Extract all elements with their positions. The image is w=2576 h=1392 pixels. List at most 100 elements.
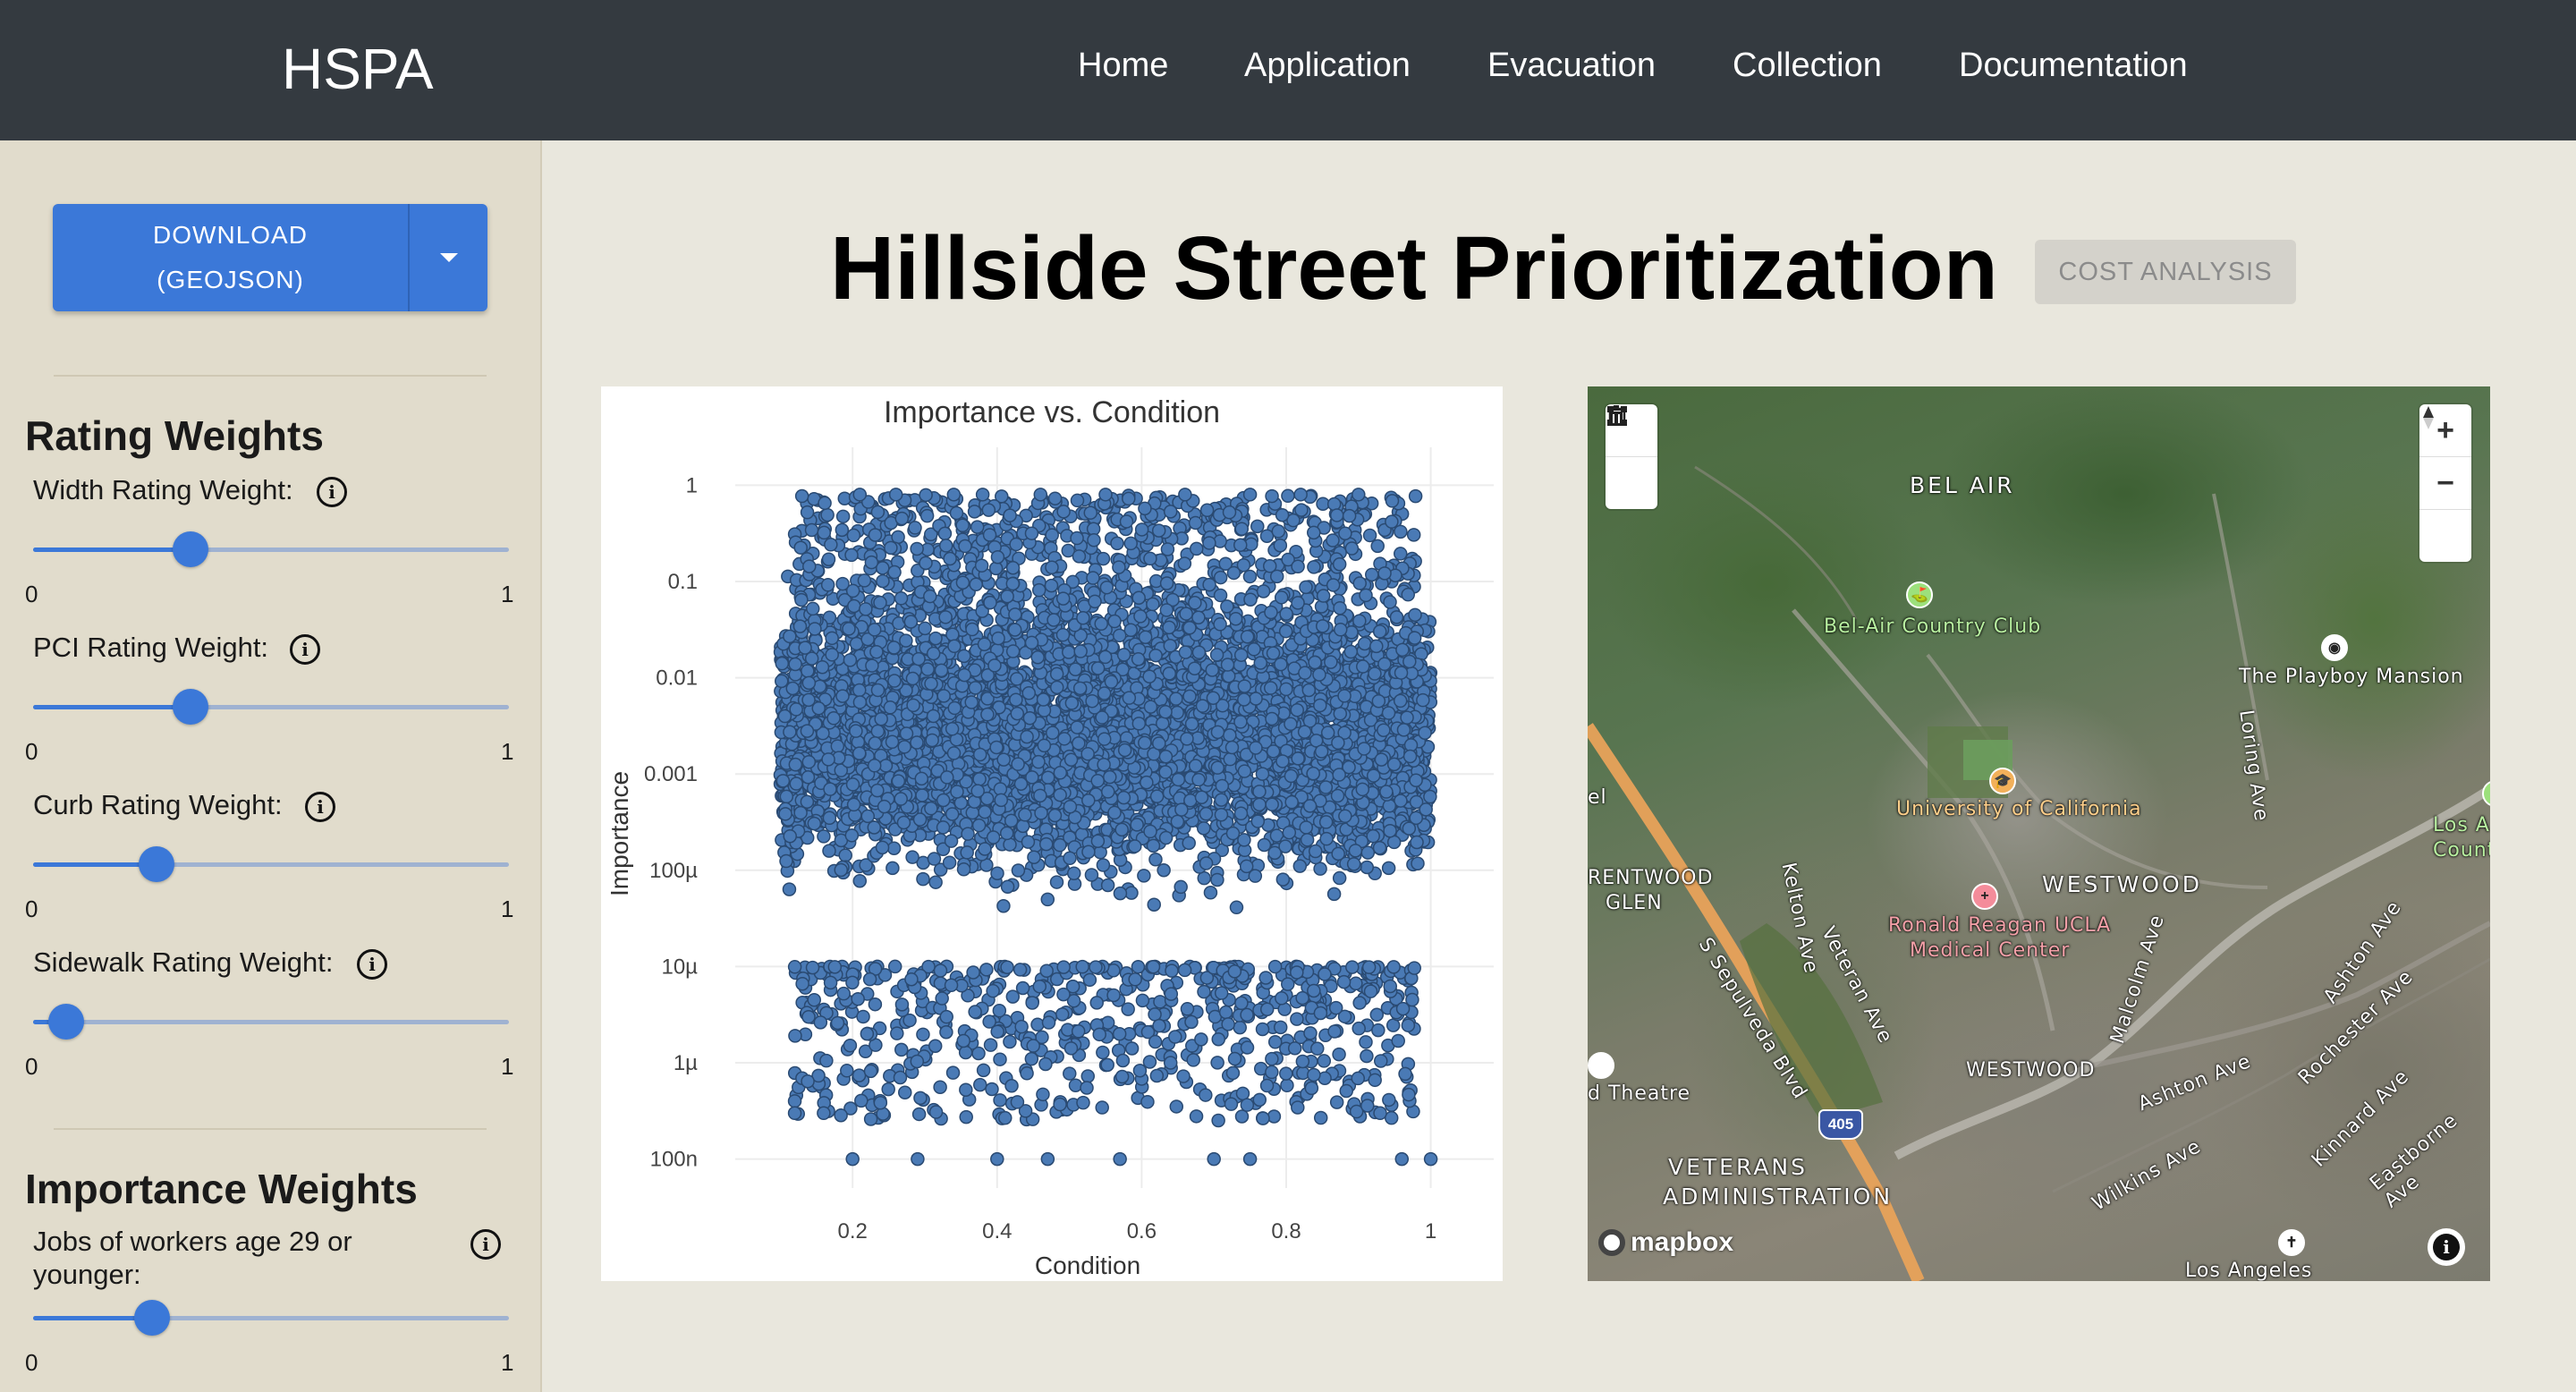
dense-point [1292, 859, 1308, 873]
nav-collection[interactable]: Collection [1733, 47, 1882, 85]
dense-point [1255, 767, 1270, 781]
dense-point [1237, 833, 1251, 847]
dense-point [1331, 846, 1345, 862]
dense-point [1174, 879, 1188, 895]
dense-point [971, 818, 987, 833]
dense-point [817, 829, 831, 844]
nav-application[interactable]: Application [1244, 47, 1411, 85]
dense-point [899, 633, 913, 648]
slider-min-label: 0 [25, 738, 38, 765]
slider-thumb[interactable] [48, 1004, 84, 1040]
slider-max-label: 1 [501, 581, 514, 607]
dense-point [1003, 837, 1017, 852]
dense-point [1148, 853, 1163, 867]
dense-point [1411, 856, 1425, 871]
width-rating-label: Width Rating Weight: [33, 474, 293, 505]
pci-rating-slider[interactable] [33, 689, 509, 725]
dense-point [1057, 732, 1072, 746]
slider-thumb[interactable] [173, 531, 208, 567]
dense-point [807, 816, 822, 831]
info-icon[interactable]: i [470, 1229, 501, 1260]
info-icon[interactable]: i [290, 634, 320, 665]
nav-evacuation[interactable]: Evacuation [1487, 47, 1656, 85]
dense-point [945, 627, 960, 642]
dense-point [897, 740, 912, 754]
dense-point [1130, 818, 1144, 832]
dense-point [1301, 683, 1317, 698]
cost-analysis-button[interactable]: COST ANALYSIS [2035, 240, 2296, 304]
sidewalk-rating-slider[interactable] [33, 1004, 509, 1040]
dense-point [1383, 823, 1397, 838]
dense-point [1291, 751, 1305, 766]
slider-min-label: 0 [25, 581, 38, 607]
dense-point [1011, 757, 1025, 771]
jobs-young-slider[interactable] [33, 1300, 509, 1336]
slider-thumb[interactable] [134, 1300, 170, 1336]
dense-point [1113, 886, 1128, 901]
dense-point [1290, 702, 1304, 717]
brand-logo[interactable]: HSPA [282, 36, 434, 102]
sidebar: DOWNLOAD (GEOJSON) Rating Weights Width … [0, 140, 542, 1392]
dense-point [1015, 819, 1030, 834]
width-rating-slider[interactable] [33, 531, 509, 567]
nav-home[interactable]: Home [1078, 47, 1168, 85]
dense-point [1117, 743, 1132, 758]
dense-point [1084, 868, 1099, 882]
dense-point [1199, 856, 1214, 870]
slider-fill [33, 547, 191, 552]
dense-point [957, 649, 971, 664]
dense-point [1021, 835, 1036, 849]
dense-point [1100, 878, 1115, 893]
dense-point [961, 827, 975, 841]
dense-point [1034, 806, 1048, 820]
info-icon[interactable]: i [317, 477, 347, 507]
importance-condition-chart[interactable]: 0.2 0.4 0.6 0.8 1 1 0.1 0.01 0.001 100µ 10µ 1µ 100n I… [601, 386, 1503, 1281]
dense-point [1122, 691, 1137, 705]
dense-point [1284, 768, 1299, 784]
dense-point [783, 629, 797, 644]
dense-point [1053, 787, 1067, 802]
dense-point [1265, 797, 1279, 811]
dense-point [1332, 870, 1347, 886]
dense-point [1147, 897, 1161, 912]
dense-point [887, 674, 902, 688]
slider-thumb[interactable] [173, 689, 208, 725]
download-options-toggle[interactable] [410, 204, 487, 311]
dense-point [1157, 862, 1171, 878]
dense-point [822, 811, 837, 826]
dense-point [1020, 729, 1034, 744]
dense-point [956, 862, 971, 877]
top-navbar: HSPA Home Application Evacuation Collect… [0, 0, 2576, 140]
nav-documentation[interactable]: Documentation [1959, 47, 2188, 85]
dense-point [1004, 813, 1019, 828]
info-icon[interactable]: i [305, 792, 335, 822]
slider-thumb[interactable] [139, 846, 174, 882]
dense-point [1103, 769, 1117, 785]
dense-point [1223, 728, 1237, 743]
dense-point [905, 850, 919, 864]
sidewalk-rating-label: Sidewalk Rating Weight: [33, 946, 334, 978]
dense-point [1326, 887, 1342, 902]
dense-point [1242, 569, 1258, 584]
dense-point [1210, 872, 1224, 887]
dense-point [1140, 775, 1154, 790]
dense-point [1158, 830, 1174, 845]
dense-point [779, 853, 793, 869]
dense-point [899, 726, 914, 741]
info-icon[interactable]: i [357, 949, 387, 980]
dense-point [875, 840, 890, 855]
dense-point [1085, 693, 1099, 709]
dense-point [886, 841, 902, 855]
dense-point [924, 801, 938, 816]
dense-point [867, 820, 882, 835]
dense-point [1233, 806, 1249, 821]
dense-point [999, 826, 1014, 841]
page-title: Hillside Street Prioritization [830, 218, 1998, 318]
curb-rating-slider[interactable] [33, 846, 509, 882]
dense-point [936, 793, 951, 808]
dense-point [1263, 681, 1278, 695]
download-geojson-button[interactable]: DOWNLOAD (GEOJSON) [53, 204, 408, 311]
dense-point [1403, 738, 1419, 752]
dense-point [789, 777, 804, 791]
slider-fill [33, 705, 191, 709]
